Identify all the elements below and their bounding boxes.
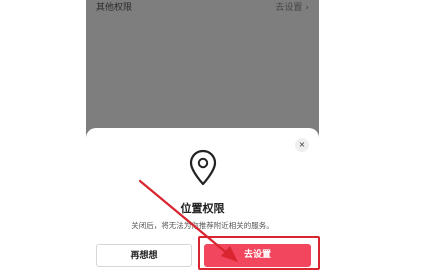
other-permissions-row[interactable]: 其他权限 去设置 › [86,0,319,14]
dialog-description: 关闭后，将无法为你推荐附近相关的服务。 [131,221,274,230]
annotation-highlight-box [198,236,320,270]
location-pin-icon [189,149,217,186]
dialog-title: 位置权限 [180,202,225,215]
app-screen: 其他权限 去设置 › × 位置权限 关闭后，将无法为你推荐附近相关的服务。 再想想… [86,0,319,270]
go-settings-link[interactable]: 去设置 › [275,0,309,13]
go-settings-link-label: 去设置 [275,3,303,13]
close-icon[interactable]: × [295,138,309,152]
chevron-right-icon: › [305,3,309,13]
other-permissions-label: 其他权限 [96,3,133,13]
think-again-button[interactable]: 再想想 [96,244,192,267]
